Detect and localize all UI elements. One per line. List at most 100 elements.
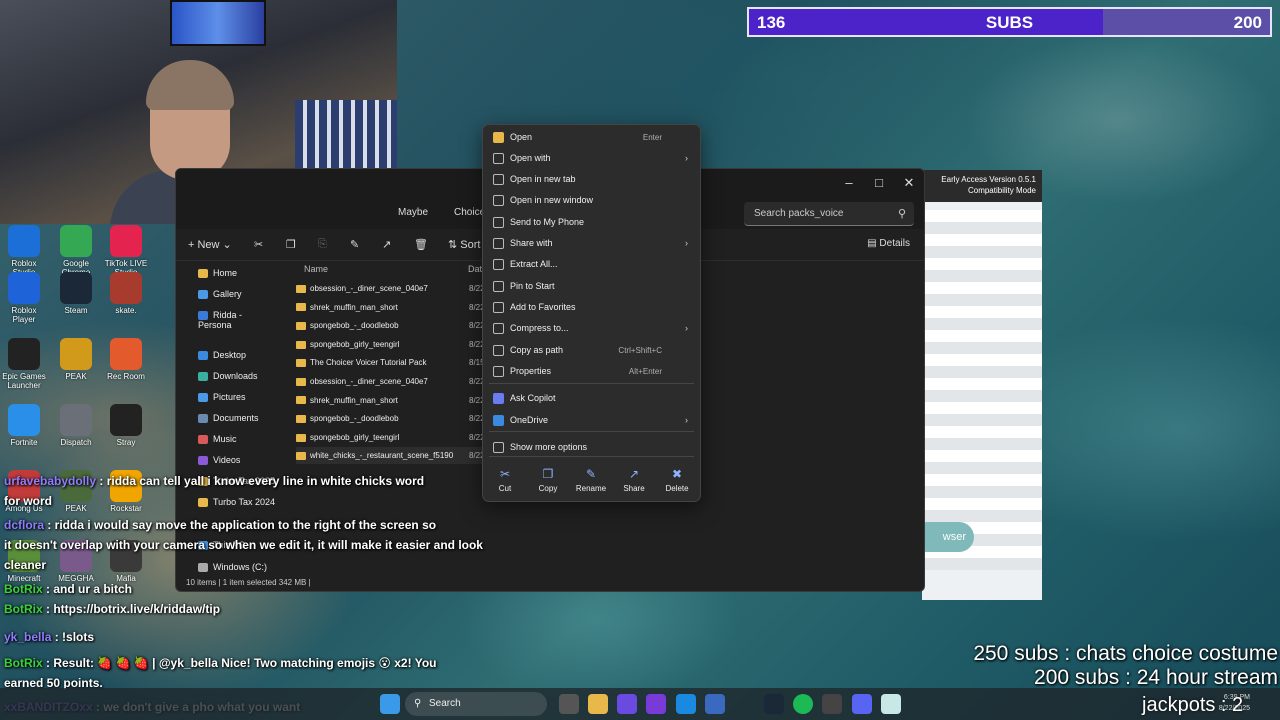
desktop-icon-label: Epic Games Launcher — [2, 372, 46, 390]
desktop-icon[interactable]: TikTok LIVE Studio — [102, 225, 150, 277]
edge-icon[interactable] — [676, 694, 696, 714]
menu-item[interactable]: Ask Copilot — [483, 388, 700, 409]
menu-item[interactable]: Open in new tab — [483, 169, 700, 190]
menu-item-label: Add to Favorites — [510, 302, 576, 312]
taskbar-search[interactable]: ⚲ Search — [405, 692, 547, 716]
desktop-icon[interactable]: Stray — [102, 404, 150, 447]
desktop-icon[interactable]: Fortnite — [0, 404, 48, 447]
file-row[interactable]: obsession_-_diner_scene_040e7 8/22 — [296, 280, 486, 297]
delete-icon[interactable]: 🗑 — [414, 238, 428, 251]
quick-action-button[interactable]: ❐ Copy — [528, 467, 568, 493]
paste-icon[interactable]: ⎘ — [318, 238, 327, 251]
quick-action-button[interactable]: ✎ Rename — [571, 467, 611, 493]
breadcrumb-item[interactable]: Choice — [454, 207, 485, 218]
search-input[interactable]: Search packs_voice ⚲ — [744, 202, 914, 226]
new-button[interactable]: + New ⌄ — [188, 238, 232, 251]
details-button[interactable]: ▤ Details — [867, 238, 910, 249]
nav-item[interactable]: Desktop — [198, 350, 246, 361]
quick-action-button[interactable]: ✖ Delete — [657, 467, 697, 493]
menu-item[interactable]: Send to My Phone — [483, 212, 700, 233]
close-button[interactable]: ✕ — [896, 173, 922, 193]
desktop-icon[interactable]: Rec Room — [102, 338, 150, 381]
minimize-button[interactable]: – — [836, 173, 862, 193]
task-view-icon[interactable] — [559, 694, 579, 714]
folder-icon — [198, 393, 208, 403]
folder-icon — [296, 284, 306, 293]
nav-item[interactable]: Videos — [198, 455, 240, 466]
teams-icon[interactable] — [646, 694, 666, 714]
desktop-icon[interactable]: Epic Games Launcher — [0, 338, 48, 390]
desktop-icon[interactable]: Google Chrome — [52, 225, 100, 277]
nav-item[interactable]: Music — [198, 434, 237, 445]
file-name: shrek_muffin_man_short — [310, 302, 398, 312]
chat-message: it doesn't overlap with your camera so w… — [4, 538, 483, 552]
copy-icon[interactable]: ❐ — [286, 238, 296, 251]
desktop-icon[interactable]: Dispatch — [52, 404, 100, 447]
menu-item-icon — [493, 323, 504, 334]
start-icon[interactable] — [380, 694, 400, 714]
nav-item[interactable]: Windows (C:) — [198, 562, 268, 573]
nav-item[interactable]: Downloads — [198, 371, 258, 382]
nav-item-label: Windows (C:) — [213, 562, 268, 572]
app-icon[interactable] — [881, 694, 901, 714]
nav-item-label: Pictures — [213, 392, 246, 402]
spotify-icon[interactable] — [793, 694, 813, 714]
nav-item[interactable]: Home — [198, 268, 237, 279]
column-name[interactable]: Name — [304, 264, 328, 274]
nav-item[interactable]: Pictures — [198, 392, 246, 403]
obs-icon[interactable] — [822, 694, 842, 714]
menu-item[interactable]: Add to Favorites — [483, 297, 700, 318]
steam-icon[interactable] — [764, 694, 784, 714]
rename-icon: ✎ — [585, 467, 597, 481]
desktop-icon[interactable]: Steam — [52, 272, 100, 315]
file-row[interactable]: spongebob_-_doodlebob 8/22 — [296, 317, 486, 334]
nav-item[interactable]: Ridda - Persona — [198, 310, 276, 330]
file-explorer-icon[interactable] — [588, 694, 608, 714]
cut-icon[interactable]: ✂ — [254, 238, 263, 251]
nav-item-label: Downloads — [213, 371, 258, 381]
menu-item[interactable]: Show more options — [483, 437, 700, 458]
app-version: Early Access Version 0.5.1 — [941, 175, 1036, 184]
file-row[interactable]: spongebob_girly_teengirl 8/22 — [296, 336, 486, 353]
desktop-icon[interactable]: Roblox Player — [0, 272, 48, 324]
menu-item[interactable]: OneDrive › — [483, 410, 700, 431]
menu-item[interactable]: Open with › — [483, 148, 700, 169]
nav-item[interactable]: Gallery — [198, 289, 242, 300]
details-label: Details — [879, 238, 910, 249]
discord-icon[interactable] — [852, 694, 872, 714]
copilot-icon[interactable] — [617, 694, 637, 714]
store-icon[interactable] — [705, 694, 725, 714]
menu-item[interactable]: Copy as path Ctrl+Shift+C — [483, 340, 700, 361]
desktop-icon[interactable]: Roblox Studio — [0, 225, 48, 277]
folder-icon — [198, 311, 208, 321]
nav-item[interactable]: Documents — [198, 413, 259, 424]
rename-icon[interactable]: ✎ — [350, 238, 359, 251]
file-row[interactable]: The Choicer Voicer Tutorial Pack 8/15 — [296, 354, 486, 371]
desktop-icon[interactable]: skate. — [102, 272, 150, 315]
nav-item[interactable]: Turbo Tax 2024 — [198, 497, 275, 508]
file-row[interactable]: obsession_-_diner_scene_040e7 8/22 — [296, 373, 486, 390]
sort-button[interactable]: ⇅ Sort — [448, 238, 480, 251]
file-row[interactable]: spongebob_-_doodlebob 8/22 — [296, 410, 486, 427]
quick-action-button[interactable]: ✂ Cut — [485, 467, 525, 493]
menu-item-label: Compress to... — [510, 323, 569, 333]
menu-item[interactable]: Properties Alt+Enter — [483, 361, 700, 382]
chat-message: BotRix : Result: 🍓 🍓 🍓 | @yk_bella Nice!… — [4, 656, 436, 670]
quick-action-button[interactable]: ↗ Share — [614, 467, 654, 493]
breadcrumb-item[interactable]: Maybe — [398, 207, 428, 218]
file-row[interactable]: shrek_muffin_man_short 8/22 — [296, 299, 486, 316]
menu-item[interactable]: Compress to... › — [483, 318, 700, 339]
menu-item[interactable]: Pin to Start — [483, 276, 700, 297]
file-row[interactable]: white_chicks_-_restaurant_scene_f5190 8/2… — [296, 447, 486, 465]
menu-item[interactable]: Open Enter — [483, 127, 700, 148]
file-row[interactable]: shrek_muffin_man_short 8/22 — [296, 392, 486, 409]
file-row[interactable]: spongebob_girly_teengirl 8/22 — [296, 429, 486, 446]
menu-item[interactable]: Extract All... — [483, 254, 700, 275]
share-icon[interactable]: ↗ — [382, 238, 391, 251]
menu-item[interactable]: Share with › — [483, 233, 700, 254]
maximize-button[interactable]: □ — [866, 173, 892, 193]
taskbar-search-label: Search — [429, 698, 461, 709]
chat-username: BotRix — [4, 656, 43, 670]
menu-item[interactable]: Open in new window — [483, 190, 700, 211]
desktop-icon[interactable]: PEAK — [52, 338, 100, 381]
